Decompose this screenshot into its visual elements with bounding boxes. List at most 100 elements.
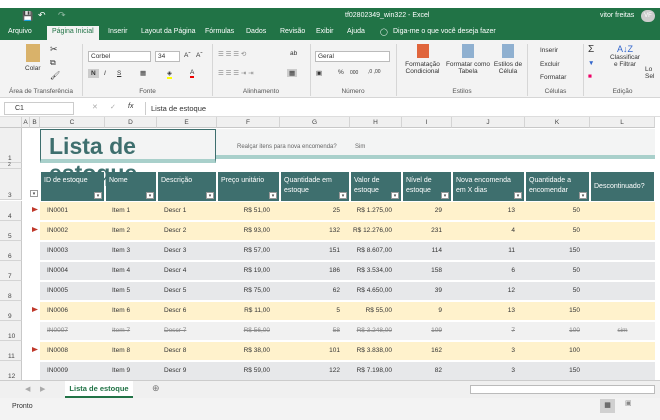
undo-icon[interactable]: ↶ — [38, 10, 46, 21]
tab-dados[interactable]: Dados — [246, 28, 266, 35]
table-cell[interactable]: 151 — [280, 242, 340, 260]
table-cell[interactable]: 109 — [402, 322, 442, 340]
table-cell[interactable]: IN0005 — [40, 282, 105, 300]
table-cell[interactable]: Descr 6 — [157, 302, 217, 320]
row-header[interactable]: 8 — [0, 281, 22, 301]
scroll-left-icon[interactable]: ◀ — [25, 385, 30, 393]
cancel-icon[interactable]: ✕ — [92, 103, 98, 111]
wrap-text-icon[interactable]: ab — [290, 50, 297, 57]
column-header[interactable]: G — [280, 117, 350, 128]
table-cell[interactable]: 122 — [280, 362, 340, 380]
table-column-header[interactable]: Nível de estoque ▾ — [403, 172, 451, 201]
table-cell[interactable]: Descr 1 — [157, 202, 217, 220]
table-cell[interactable]: 5 — [280, 302, 340, 320]
table-cell[interactable]: Item 1 — [105, 202, 157, 220]
font-size-select[interactable]: 34 — [155, 51, 180, 62]
filter-dropdown[interactable]: ▾ — [146, 192, 154, 199]
row-header[interactable]: 5 — [0, 221, 22, 241]
filter-dropdown[interactable]: ▾ — [441, 192, 449, 199]
filter-dropdown[interactable]: ▾ — [30, 190, 38, 197]
table-cell[interactable]: R$ 1.275,00 — [350, 202, 392, 220]
table-cell[interactable] — [590, 362, 655, 380]
fill-color-icon[interactable]: ◈ — [167, 69, 172, 79]
table-cell[interactable]: sim — [590, 322, 655, 340]
table-cell[interactable]: R$ 56,00 — [217, 322, 270, 340]
font-name-select[interactable]: Corbel — [88, 51, 151, 62]
find-select-button[interactable]: Lo Sel — [645, 66, 657, 80]
align-left-icon[interactable]: ☰ ☰ ☰ ⇥ ⇥ — [218, 69, 254, 77]
underline-button[interactable]: S — [117, 70, 121, 77]
table-cell[interactable]: R$ 51,00 — [217, 202, 270, 220]
table-cell[interactable]: 39 — [402, 282, 442, 300]
table-cell[interactable]: R$ 75,00 — [217, 282, 270, 300]
table-cell[interactable]: 4 — [452, 222, 515, 240]
table-cell[interactable]: 150 — [525, 302, 580, 320]
table-cell[interactable]: Descr 5 — [157, 282, 217, 300]
highlight-value[interactable]: Sim — [355, 144, 365, 150]
table-cell[interactable]: R$ 3.534,00 — [350, 262, 392, 280]
filter-dropdown[interactable]: ▾ — [339, 192, 347, 199]
save-icon[interactable]: 💾 — [22, 11, 33, 22]
table-cell[interactable]: 50 — [525, 222, 580, 240]
table-cell[interactable]: Item 5 — [105, 282, 157, 300]
table-cell[interactable]: R$ 59,00 — [217, 362, 270, 380]
table-cell[interactable]: 231 — [402, 222, 442, 240]
table-cell[interactable] — [590, 242, 655, 260]
table-cell[interactable] — [590, 282, 655, 300]
clear-icon[interactable]: ■ — [588, 73, 592, 80]
column-header[interactable]: A — [22, 117, 30, 128]
name-box[interactable]: C1 — [4, 102, 74, 115]
table-cell[interactable]: 82 — [402, 362, 442, 380]
formula-input[interactable]: Lista de estoque — [145, 102, 655, 115]
table-column-header[interactable]: Nome ▾ — [106, 172, 156, 201]
table-cell[interactable]: 3 — [452, 362, 515, 380]
table-column-header[interactable]: Quantidade a encomendar ▾ — [526, 172, 589, 201]
table-cell[interactable]: 132 — [280, 222, 340, 240]
table-cell[interactable]: 13 — [452, 302, 515, 320]
table-cell[interactable]: R$ 11,00 — [217, 302, 270, 320]
redo-icon[interactable]: ↷ — [58, 10, 66, 21]
table-cell[interactable]: IN0008 — [40, 342, 105, 360]
table-cell[interactable]: R$ 55,00 — [350, 302, 392, 320]
insert-cells-button[interactable]: Inserir — [540, 47, 558, 54]
table-cell[interactable]: IN0002 — [40, 222, 105, 240]
table-cell[interactable]: Descr 2 — [157, 222, 217, 240]
column-header[interactable]: L — [590, 117, 655, 128]
row-header[interactable]: 7 — [0, 261, 22, 281]
table-row[interactable]: IN0002 Item 2 Descr 2 R$ 93,00 132 R$ 12.276,… — [40, 222, 655, 240]
table-cell[interactable]: Item 8 — [105, 342, 157, 360]
decimal-icons[interactable]: ,0 ,00 — [368, 69, 381, 75]
enter-icon[interactable]: ✓ — [110, 103, 116, 111]
table-cell[interactable]: 186 — [280, 262, 340, 280]
table-cell[interactable]: Item 7 — [105, 322, 157, 340]
table-column-header[interactable]: Descrição ▾ — [158, 172, 216, 201]
table-cell[interactable]: R$ 3.838,00 — [350, 342, 392, 360]
tab-layout[interactable]: Layout da Página — [141, 28, 196, 35]
row-header[interactable]: 10 — [0, 321, 22, 341]
tab-ajuda[interactable]: Ajuda — [347, 28, 365, 35]
table-column-header[interactable]: Descontinuado? — [591, 172, 654, 201]
percent-button[interactable]: % — [338, 69, 344, 76]
tab-arquivo[interactable]: Arquivo — [8, 28, 32, 35]
table-cell[interactable]: Item 3 — [105, 242, 157, 260]
cell-styles-button[interactable]: Estilos de Célula — [492, 44, 524, 75]
table-row[interactable]: IN0009 Item 9 Descr 9 R$ 59,00 122 R$ 7.198,0… — [40, 362, 655, 380]
grow-font-icon[interactable]: Aˆ — [184, 52, 191, 59]
table-cell[interactable]: IN0009 — [40, 362, 105, 380]
horizontal-scrollbar[interactable] — [470, 385, 655, 394]
row-header[interactable]: 12 — [0, 361, 22, 380]
table-cell[interactable]: 6 — [452, 262, 515, 280]
column-header[interactable]: K — [525, 117, 590, 128]
table-cell[interactable]: 50 — [525, 282, 580, 300]
table-cell[interactable]: 50 — [525, 262, 580, 280]
row-header[interactable]: 9 — [0, 301, 22, 321]
column-header[interactable]: B — [30, 117, 40, 128]
row-header[interactable]: 4 — [0, 201, 22, 221]
normal-view-icon[interactable]: ▦ — [600, 399, 615, 413]
table-cell[interactable]: 29 — [402, 202, 442, 220]
sheet-tab-lista[interactable]: Lista de estoque — [65, 381, 133, 398]
table-cell[interactable] — [590, 202, 655, 220]
table-cell[interactable]: R$ 8.607,00 — [350, 242, 392, 260]
row-header[interactable]: 3 — [0, 169, 22, 200]
table-cell[interactable] — [590, 222, 655, 240]
